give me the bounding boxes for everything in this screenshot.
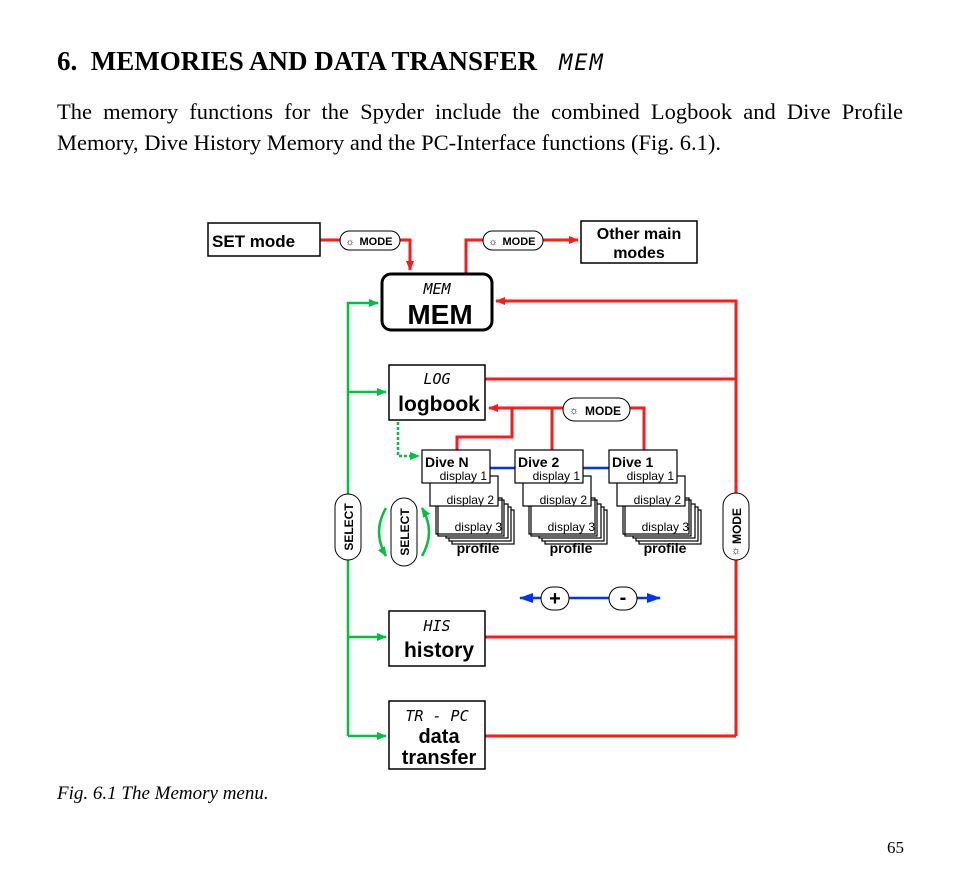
plus-button: +	[540, 586, 570, 611]
memory-menu-diagram: SET mode Other main modes ☼ MODE ☼ MODE …	[207, 220, 750, 770]
svg-text:logbook: logbook	[398, 393, 480, 416]
dive-stacks: profiledisplay 3display 2Dive Ndisplay 1…	[421, 449, 702, 556]
svg-text:history: history	[404, 639, 474, 662]
display-2-label: display 2	[540, 493, 588, 507]
mode-button-vertical: MODE ☼	[722, 492, 750, 561]
svg-text:-: -	[620, 587, 627, 609]
select-button-inner: SELECT	[390, 497, 418, 567]
manual-page: 6. MEMORIES AND DATA TRANSFER MEM The mem…	[0, 0, 954, 879]
svg-text:MODE: MODE	[585, 404, 621, 418]
logbook-box: LOG logbook	[388, 364, 486, 421]
svg-text:MEM: MEM	[422, 280, 451, 298]
light-icon: ☼	[345, 237, 354, 248]
minus-button: -	[608, 586, 638, 611]
light-icon: ☼	[488, 237, 497, 248]
svg-text:MODE: MODE	[503, 236, 536, 248]
profile-label: profile	[550, 540, 593, 556]
svg-text:+: +	[549, 588, 561, 610]
display-2-label: display 2	[634, 493, 682, 507]
dive-stack: profile display 3 display 2 Dive 1display 1	[608, 449, 702, 556]
mem-box: MEM MEM	[380, 272, 494, 332]
dive-name: Dive N	[425, 454, 469, 470]
history-box: HIS history	[388, 610, 486, 667]
svg-text:Other main: Other main	[597, 226, 681, 243]
mode-button-1: ☼ MODE	[339, 230, 401, 251]
light-icon: ☼	[731, 545, 741, 557]
dive-name: Dive 1	[612, 454, 653, 470]
svg-text:HIS: HIS	[422, 617, 450, 635]
figure-caption: Fig. 6.1 The Memory menu.	[57, 783, 269, 804]
display-3-label: display 3	[642, 520, 690, 534]
profile-label: profile	[457, 540, 500, 556]
display-2-label: display 2	[447, 493, 495, 507]
svg-text:TR - PC: TR - PC	[405, 707, 468, 725]
display-3-label: display 3	[548, 520, 596, 534]
svg-text:transfer: transfer	[402, 747, 477, 769]
other-modes-box: Other main modes	[580, 220, 698, 264]
svg-text:SELECT: SELECT	[398, 508, 412, 556]
display-3-label: display 3	[455, 520, 503, 534]
svg-text:MODE: MODE	[360, 236, 393, 248]
svg-text:SELECT: SELECT	[342, 503, 356, 551]
svg-text:data: data	[418, 726, 460, 748]
display-1-label: display 1	[627, 469, 675, 483]
light-icon: ☼	[569, 405, 579, 417]
display-1-label: display 1	[440, 469, 488, 483]
mode-button-2: ☼ MODE	[482, 230, 544, 251]
mode-button-3: ☼ MODE	[562, 397, 631, 422]
svg-text:SET mode: SET mode	[212, 232, 295, 251]
data-transfer-box: TR - PC data transfer	[388, 700, 486, 770]
dive-stack: profile display 3 display 2 Dive Ndisplay 1	[421, 449, 515, 556]
svg-text:MODE: MODE	[730, 508, 744, 544]
set-mode-box: SET mode	[207, 222, 321, 257]
svg-text:modes: modes	[613, 245, 665, 262]
profile-label: profile	[644, 540, 687, 556]
display-1-label: display 1	[533, 469, 581, 483]
svg-text:MEM: MEM	[407, 299, 472, 330]
select-button-outer: SELECT	[334, 493, 362, 561]
dive-name: Dive 2	[518, 454, 559, 470]
svg-text:LOG: LOG	[423, 370, 450, 388]
dive-stack: profile display 3 display 2 Dive 2display 1	[514, 449, 608, 556]
page-number: 65	[887, 838, 904, 857]
